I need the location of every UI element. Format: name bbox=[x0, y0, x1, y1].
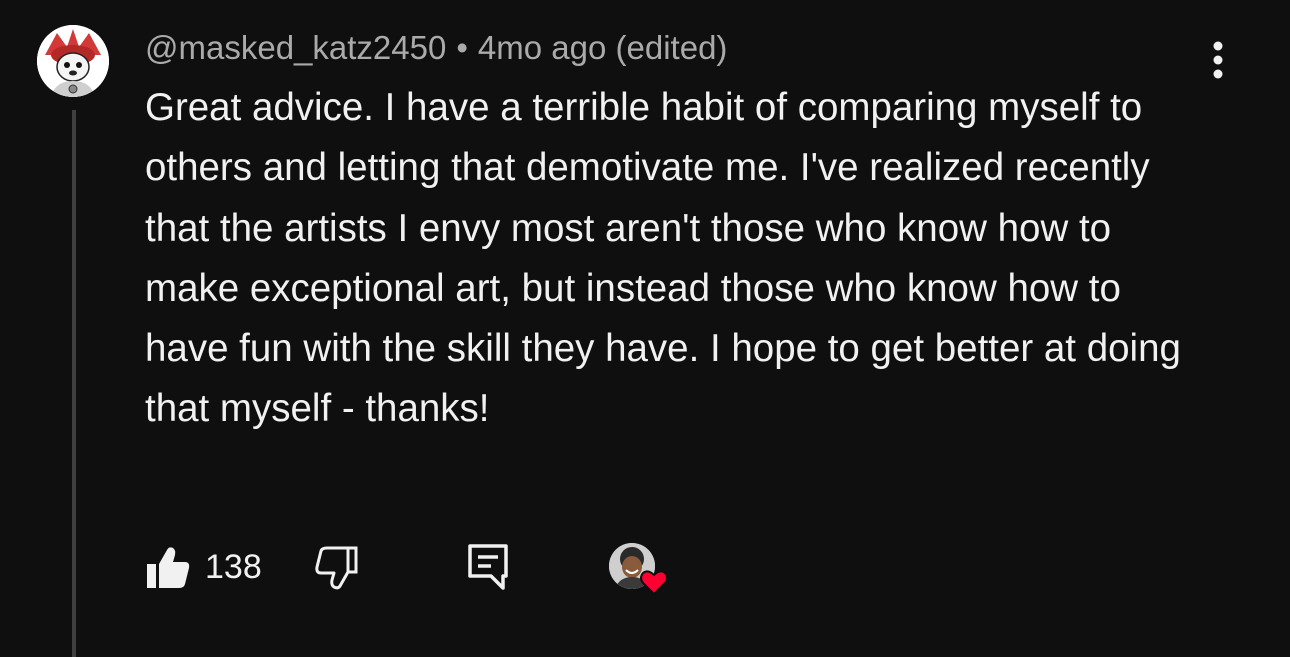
reply-comment-icon bbox=[468, 544, 508, 590]
creator-heart-badge bbox=[609, 543, 671, 599]
comment-timestamp[interactable]: 4mo ago bbox=[478, 29, 606, 66]
more-vertical-icon bbox=[1213, 41, 1223, 79]
like-button[interactable] bbox=[145, 544, 191, 590]
dislike-button[interactable] bbox=[313, 544, 359, 590]
heart-icon bbox=[640, 570, 668, 596]
thumbs-up-filled-icon bbox=[147, 547, 190, 588]
comment-header: @masked_katz2450 • 4mo ago (edited) bbox=[145, 28, 727, 68]
author-avatar[interactable] bbox=[37, 25, 109, 97]
thread-line bbox=[72, 110, 76, 657]
author-avatar-image bbox=[37, 25, 109, 97]
author-handle[interactable]: @masked_katz2450 bbox=[145, 29, 446, 66]
reply-button[interactable] bbox=[465, 542, 511, 592]
thumbs-down-outline-icon bbox=[315, 546, 358, 590]
more-actions-button[interactable] bbox=[1196, 38, 1240, 82]
meta-separator: • bbox=[456, 29, 468, 66]
comment-body: Great advice. I have a terrible habit of… bbox=[145, 86, 1181, 431]
comment-thread: @masked_katz2450 • 4mo ago (edited) Great … bbox=[0, 0, 1290, 657]
edited-label: (edited) bbox=[615, 29, 728, 66]
like-count: 138 bbox=[205, 548, 262, 586]
